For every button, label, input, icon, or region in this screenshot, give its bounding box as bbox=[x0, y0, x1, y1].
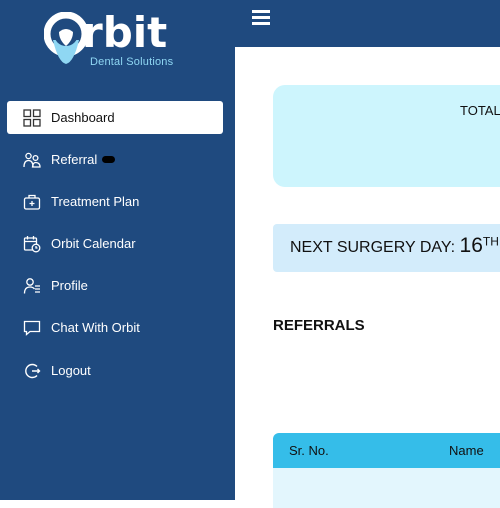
hamburger-icon[interactable] bbox=[252, 10, 270, 26]
total-label: TOTAL bbox=[460, 103, 500, 118]
sidebar-item-profile[interactable]: Profile bbox=[7, 269, 223, 302]
total-card: TOTAL bbox=[273, 85, 500, 187]
next-surgery-day: 16 bbox=[459, 234, 483, 257]
sidebar-item-label: Profile bbox=[51, 278, 88, 293]
column-header-sr-no: Sr. No. bbox=[289, 443, 329, 458]
grid-icon bbox=[23, 108, 41, 127]
referral-badge bbox=[102, 156, 116, 163]
referrals-table-body bbox=[273, 468, 500, 508]
brand-subtitle: Dental Solutions bbox=[90, 56, 174, 68]
next-surgery-prefix: NEXT SURGERY DAY: bbox=[290, 239, 460, 256]
user-icon bbox=[23, 277, 41, 295]
orbit-logo[interactable]: rbit Dental Solutions bbox=[44, 8, 194, 70]
sidebar-item-label: Treatment Plan bbox=[51, 194, 140, 209]
sidebar-item-label: Referral bbox=[51, 152, 98, 167]
sidebar-item-label: Dashboard bbox=[51, 110, 115, 125]
brand-name: rbit bbox=[82, 8, 168, 57]
next-surgery-bar: NEXT SURGERY DAY: 16TH J bbox=[273, 224, 500, 272]
topbar bbox=[235, 0, 500, 47]
medical-case-icon bbox=[23, 193, 41, 211]
sidebar-item-chat-with-orbit[interactable]: Chat With Orbit bbox=[7, 311, 223, 344]
logout-icon bbox=[23, 362, 41, 380]
referrals-table-header: Sr. No. Name bbox=[273, 433, 500, 468]
sidebar-item-label: Orbit Calendar bbox=[51, 236, 136, 251]
sidebar-item-label: Chat With Orbit bbox=[51, 320, 140, 335]
users-icon bbox=[23, 151, 41, 169]
chat-icon bbox=[23, 319, 41, 337]
referrals-title: REFERRALS bbox=[273, 317, 365, 334]
column-header-name: Name bbox=[449, 443, 484, 458]
next-surgery-suffix: TH bbox=[482, 234, 499, 249]
next-surgery-text: NEXT SURGERY DAY: 16TH J bbox=[290, 234, 500, 258]
calendar-clock-icon bbox=[23, 235, 41, 253]
sidebar-item-referral[interactable]: Referral bbox=[7, 143, 223, 176]
sidebar-item-treatment-plan[interactable]: Treatment Plan bbox=[7, 185, 223, 218]
sidebar-item-logout[interactable]: Logout bbox=[7, 354, 223, 387]
main-content: TOTAL NEXT SURGERY DAY: 16TH J REFERRALS… bbox=[235, 47, 500, 508]
sidebar: rbit Dental Solutions Dashboard Referral… bbox=[0, 0, 235, 500]
sidebar-item-label: Logout bbox=[51, 363, 91, 378]
sidebar-item-orbit-calendar[interactable]: Orbit Calendar bbox=[7, 227, 223, 260]
sidebar-item-dashboard[interactable]: Dashboard bbox=[7, 101, 223, 134]
